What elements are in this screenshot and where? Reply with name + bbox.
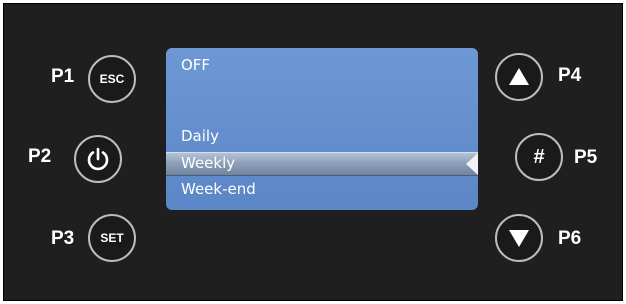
esc-button-label: ESC bbox=[99, 72, 125, 86]
p3-label: P3 bbox=[51, 228, 75, 249]
hash-button[interactable]: # bbox=[515, 133, 563, 181]
p6-label: P6 bbox=[558, 228, 582, 249]
selection-pointer-icon bbox=[466, 153, 478, 175]
p1-label: P1 bbox=[51, 66, 75, 87]
menu-item-week-end[interactable]: Week-end bbox=[181, 182, 256, 197]
arrow-up-icon bbox=[509, 68, 529, 85]
power-icon bbox=[87, 147, 109, 171]
control-panel: P1 ESC P2 P3 SET OFF Daily Weekly Week-e… bbox=[3, 3, 623, 301]
menu-item-weekly: Weekly bbox=[181, 154, 236, 172]
p4-label: P4 bbox=[558, 65, 582, 86]
down-button[interactable] bbox=[495, 214, 543, 262]
set-button-label: SET bbox=[100, 231, 124, 245]
arrow-down-icon bbox=[509, 230, 529, 247]
menu-item-daily[interactable]: Daily bbox=[181, 129, 219, 144]
p5-label: P5 bbox=[574, 147, 598, 168]
set-button[interactable]: SET bbox=[88, 214, 136, 262]
menu-item-off[interactable]: OFF bbox=[181, 58, 210, 73]
lcd-screen: OFF Daily Weekly Week-end bbox=[166, 48, 478, 210]
power-button[interactable] bbox=[74, 135, 122, 183]
up-button[interactable] bbox=[495, 53, 543, 101]
esc-button[interactable]: ESC bbox=[88, 55, 136, 103]
menu-item-weekly-selected[interactable]: Weekly bbox=[166, 152, 478, 176]
hash-button-label: # bbox=[533, 145, 545, 168]
p2-label: P2 bbox=[28, 146, 52, 167]
